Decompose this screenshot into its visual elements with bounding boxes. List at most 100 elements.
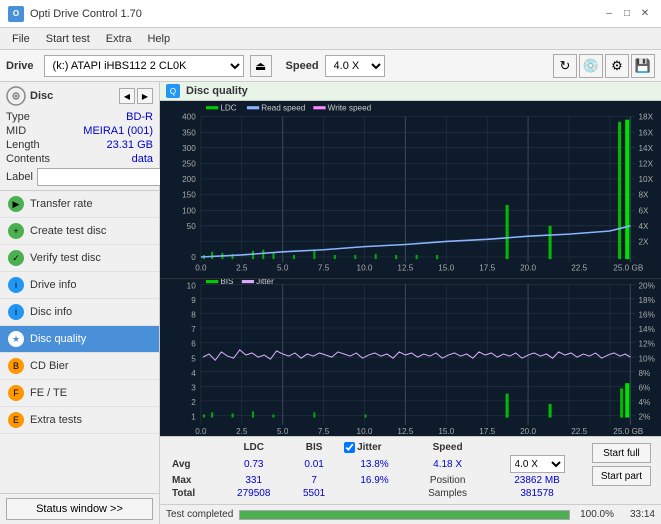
- menu-extra[interactable]: Extra: [98, 31, 140, 47]
- start-full-button[interactable]: Start full: [592, 443, 651, 463]
- jitter-checkbox-label[interactable]: Jitter: [344, 442, 405, 453]
- start-buttons: Start full Start part: [588, 441, 655, 488]
- quality-icon: Q: [166, 84, 180, 98]
- stats-total-jitter: [340, 487, 409, 500]
- svg-text:7.5: 7.5: [318, 427, 330, 436]
- stats-avg-jitter: 13.8%: [340, 454, 409, 474]
- quality-title: Disc quality: [186, 85, 248, 97]
- disc-mid-row: MID MEIRA1 (001): [6, 124, 153, 138]
- drive-info-icon: i: [8, 277, 24, 293]
- svg-text:20.0: 20.0: [520, 427, 536, 436]
- svg-text:Jitter: Jitter: [256, 279, 274, 286]
- svg-text:17.5: 17.5: [479, 263, 495, 272]
- minimize-button[interactable]: –: [601, 6, 617, 22]
- svg-text:2.5: 2.5: [236, 427, 248, 436]
- svg-text:50: 50: [187, 222, 197, 231]
- stats-col-speed: Speed: [409, 441, 486, 454]
- stats-area: LDC BIS Jitter Speed Avg 0.7: [160, 436, 661, 504]
- progress-percent: 100.0%: [576, 509, 614, 520]
- stats-avg-bis: 0.01: [288, 454, 340, 474]
- svg-text:5.0: 5.0: [277, 263, 289, 272]
- sidebar-item-extra-tests[interactable]: E Extra tests: [0, 407, 159, 434]
- svg-text:7.5: 7.5: [318, 263, 330, 272]
- svg-text:15.0: 15.0: [438, 427, 454, 436]
- chart1-svg: 400 350 300 250 200 150 100 50 0 18X 16X…: [160, 101, 661, 278]
- sidebar-item-drive-info[interactable]: i Drive info: [0, 272, 159, 299]
- svg-text:100: 100: [182, 206, 196, 215]
- stats-table: LDC BIS Jitter Speed Avg 0.7: [166, 441, 588, 500]
- disc-next-button[interactable]: ▶: [137, 88, 153, 104]
- sidebar: Disc ◀ ▶ Type BD-R MID MEIRA1 (001) Leng…: [0, 82, 160, 524]
- drive-selector[interactable]: (k:) ATAPI iHBS112 2 CL0K: [44, 55, 244, 77]
- svg-text:15.0: 15.0: [438, 263, 454, 272]
- toolbar-settings-button[interactable]: ⚙: [605, 54, 629, 78]
- titlebar-controls: – □ ✕: [601, 6, 653, 22]
- svg-text:7: 7: [191, 325, 196, 334]
- svg-text:200: 200: [182, 175, 196, 184]
- menu-start-test[interactable]: Start test: [38, 31, 98, 47]
- stats-speed-selector[interactable]: 4.0 X: [510, 455, 565, 473]
- stats-max-ldc: 331: [219, 474, 288, 487]
- sidebar-item-verify-test-disc[interactable]: ✓ Verify test disc: [0, 245, 159, 272]
- disc-mid-label: MID: [6, 125, 26, 137]
- sidebar-item-disc-info[interactable]: i Disc info: [0, 299, 159, 326]
- svg-text:20%: 20%: [639, 281, 656, 290]
- toolbar-disc-button[interactable]: 💿: [579, 54, 603, 78]
- svg-text:12.5: 12.5: [397, 427, 413, 436]
- svg-text:17.5: 17.5: [479, 427, 495, 436]
- stats-samples-value: 381578: [486, 487, 588, 500]
- disc-mid-value: MEIRA1 (001): [83, 125, 153, 137]
- sidebar-item-disc-quality[interactable]: ★ Disc quality: [0, 326, 159, 353]
- toolbar-refresh-button[interactable]: ↻: [553, 54, 577, 78]
- svg-text:0.0: 0.0: [195, 263, 207, 272]
- eject-button[interactable]: ⏏: [250, 55, 272, 77]
- disc-contents-label: Contents: [6, 153, 50, 165]
- toolbar-icons: ↻ 💿 ⚙ 💾: [553, 54, 655, 78]
- svg-text:4: 4: [191, 369, 196, 378]
- svg-text:Write speed: Write speed: [328, 103, 372, 112]
- maximize-button[interactable]: □: [619, 6, 635, 22]
- disc-panel-title: Disc: [30, 90, 53, 102]
- sidebar-item-cd-bier[interactable]: B CD Bier: [0, 353, 159, 380]
- menu-file[interactable]: File: [4, 31, 38, 47]
- disc-label-input[interactable]: [37, 168, 175, 186]
- sidebar-item-fe-te[interactable]: F FE / TE: [0, 380, 159, 407]
- jitter-checkbox[interactable]: [344, 442, 355, 453]
- disc-header-left: Disc: [6, 86, 53, 106]
- svg-text:9: 9: [191, 296, 196, 305]
- transfer-rate-icon: ▶: [8, 196, 24, 212]
- menu-help[interactable]: Help: [139, 31, 178, 47]
- disc-prev-button[interactable]: ◀: [119, 88, 135, 104]
- disc-length-value: 23.31 GB: [107, 139, 153, 151]
- svg-text:0: 0: [191, 253, 196, 262]
- speed-selector[interactable]: 4.0 X: [325, 55, 385, 77]
- svg-text:25.0 GB: 25.0 GB: [613, 427, 643, 436]
- svg-text:14X: 14X: [639, 144, 654, 153]
- stats-max-label: Max: [166, 474, 219, 487]
- svg-text:250: 250: [182, 159, 196, 168]
- svg-text:10%: 10%: [639, 354, 656, 363]
- progress-time: 33:14: [620, 509, 655, 520]
- sidebar-menu: ▶ Transfer rate + Create test disc ✓ Ver…: [0, 191, 159, 493]
- status-window-button[interactable]: Status window >>: [6, 498, 153, 520]
- disc-info-icon: i: [8, 304, 24, 320]
- disc-panel: Disc ◀ ▶ Type BD-R MID MEIRA1 (001) Leng…: [0, 82, 159, 191]
- svg-text:20.0: 20.0: [520, 263, 536, 272]
- chart2-container: 10 9 8 7 6 5 4 3 2 1 20% 18% 16% 14% 12%: [160, 279, 661, 436]
- start-part-button[interactable]: Start part: [592, 466, 651, 486]
- fe-te-icon: F: [8, 385, 24, 401]
- sidebar-fe-te-label: FE / TE: [30, 387, 67, 399]
- sidebar-item-create-test-disc[interactable]: + Create test disc: [0, 218, 159, 245]
- svg-text:0.0: 0.0: [195, 427, 207, 436]
- cd-bier-icon: B: [8, 358, 24, 374]
- toolbar-save-button[interactable]: 💾: [631, 54, 655, 78]
- disc-length-row: Length 23.31 GB: [6, 138, 153, 152]
- svg-text:6%: 6%: [639, 383, 651, 392]
- svg-text:6: 6: [191, 339, 196, 348]
- sidebar-cd-bier-label: CD Bier: [30, 360, 69, 372]
- close-button[interactable]: ✕: [637, 6, 653, 22]
- stats-total-label: Total: [166, 487, 219, 500]
- stats-samples-label: Samples: [409, 487, 486, 500]
- stats-col-bis: BIS: [288, 441, 340, 454]
- sidebar-item-transfer-rate[interactable]: ▶ Transfer rate: [0, 191, 159, 218]
